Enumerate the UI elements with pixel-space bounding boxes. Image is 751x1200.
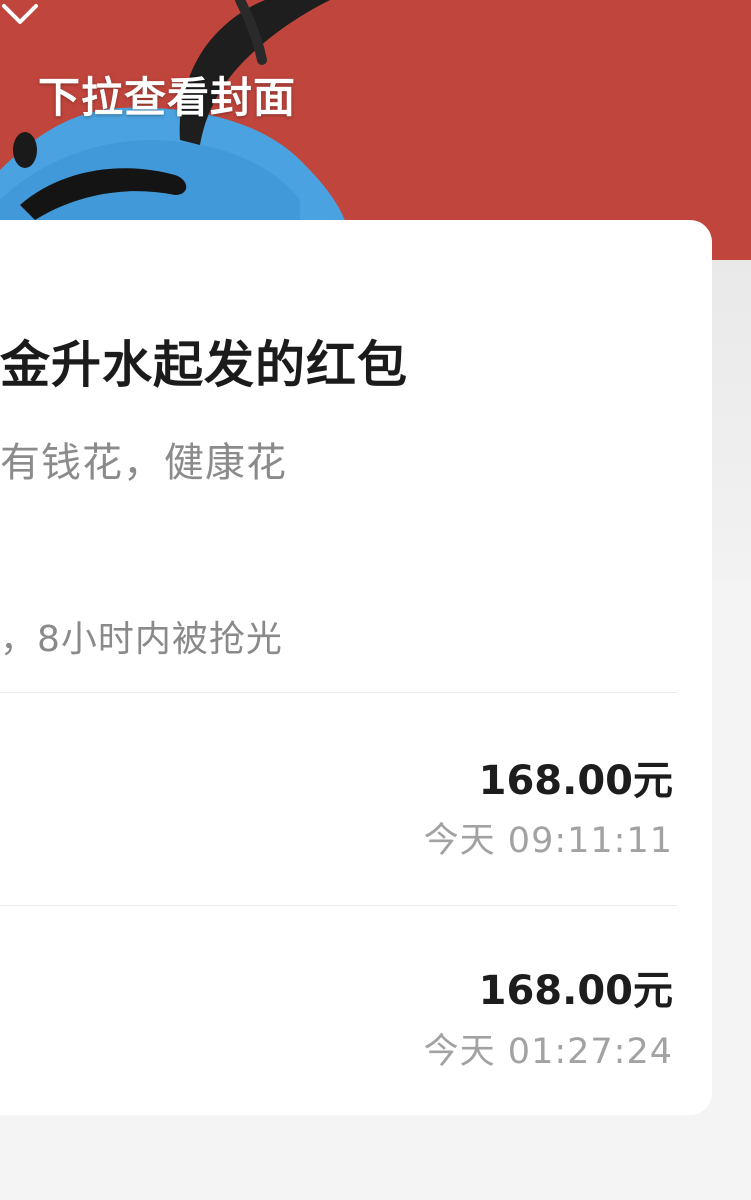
divider bbox=[0, 905, 677, 906]
packet-sender-title: 金升水起发的红包 bbox=[0, 336, 408, 394]
side-shadow bbox=[712, 260, 751, 580]
pull-to-view-cover-hint: 下拉查看封面 bbox=[38, 73, 297, 122]
record-time: 今天 01:27:24 bbox=[423, 1032, 673, 1072]
packet-claim-summary: ，8小时内被抢光 bbox=[0, 619, 283, 660]
record-amount: 168.00元 bbox=[478, 968, 673, 1014]
record-amount: 168.00元 bbox=[478, 758, 673, 804]
divider bbox=[0, 692, 677, 693]
record-time: 今天 09:11:11 bbox=[423, 821, 673, 861]
packet-wish-text: 有钱花，健康花 bbox=[0, 440, 287, 486]
chevron-down-icon[interactable] bbox=[0, 0, 40, 30]
